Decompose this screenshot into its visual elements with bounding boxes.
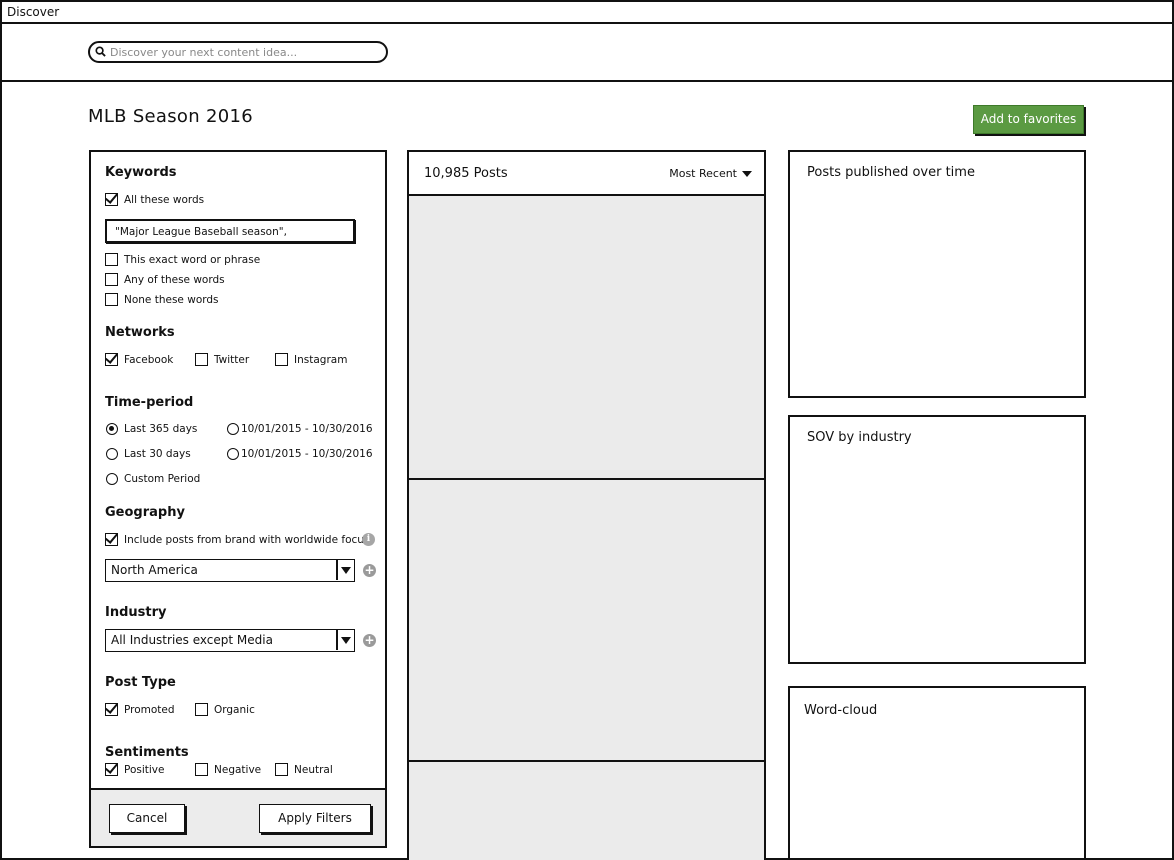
organic-checkbox[interactable] bbox=[195, 703, 208, 716]
instagram-label: Instagram bbox=[294, 353, 348, 366]
page-title: MLB Season 2016 bbox=[88, 106, 253, 127]
twitter-label: Twitter bbox=[214, 353, 250, 366]
promoted-checkbox[interactable] bbox=[105, 703, 118, 716]
sort-dropdown[interactable]: Most Recent bbox=[669, 167, 752, 180]
post-card[interactable] bbox=[409, 762, 764, 860]
custom-period-radio[interactable] bbox=[106, 473, 118, 485]
geography-select[interactable]: North America bbox=[105, 559, 355, 582]
neutral-label: Neutral bbox=[294, 763, 333, 776]
organic-label: Organic bbox=[214, 703, 255, 716]
last-30-option[interactable]: Last 30 days bbox=[106, 448, 191, 460]
positive-checkbox[interactable] bbox=[105, 763, 118, 776]
industry-value: All Industries except Media bbox=[111, 633, 273, 647]
promoted-label: Promoted bbox=[124, 703, 175, 716]
search-icon bbox=[95, 46, 106, 57]
exact-phrase-checkbox[interactable] bbox=[105, 253, 118, 266]
instagram-option[interactable]: Instagram bbox=[275, 353, 347, 366]
posts-count: 10,985 Posts bbox=[424, 166, 508, 181]
top-bar: Discover your next content idea... bbox=[2, 24, 1172, 82]
any-words-checkbox[interactable] bbox=[105, 273, 118, 286]
facebook-checkbox[interactable] bbox=[105, 353, 118, 366]
last-30-label: Last 30 days bbox=[124, 448, 191, 460]
networks-heading: Networks bbox=[105, 325, 175, 340]
window-title: Discover bbox=[2, 2, 1172, 24]
last-365-option[interactable]: Last 365 days bbox=[106, 423, 197, 435]
add-geography-icon[interactable]: + bbox=[363, 564, 376, 577]
filter-footer: Cancel Apply Filters bbox=[91, 788, 385, 846]
keywords-heading: Keywords bbox=[105, 165, 177, 180]
custom-period-option[interactable]: Custom Period bbox=[106, 473, 200, 485]
none-words-option[interactable]: None these words bbox=[105, 293, 219, 306]
posts-header: 10,985 Posts Most Recent bbox=[409, 152, 764, 196]
posts-panel: 10,985 Posts Most Recent bbox=[407, 150, 766, 860]
worldwide-option[interactable]: Include posts from brand with worldwide … bbox=[105, 533, 369, 546]
geography-value: North America bbox=[111, 563, 198, 577]
worldwide-label: Include posts from brand with worldwide … bbox=[124, 533, 370, 546]
post-card[interactable] bbox=[409, 196, 764, 480]
cancel-button[interactable]: Cancel bbox=[109, 804, 185, 833]
posts-over-time-widget: Posts published over time bbox=[788, 150, 1086, 398]
exact-phrase-option[interactable]: This exact word or phrase bbox=[105, 253, 260, 266]
promoted-option[interactable]: Promoted bbox=[105, 703, 175, 716]
last-365-label: Last 365 days bbox=[124, 423, 198, 435]
any-words-option[interactable]: Any of these words bbox=[105, 273, 225, 286]
post-card[interactable] bbox=[409, 480, 764, 762]
any-words-label: Any of these words bbox=[124, 273, 225, 286]
negative-label: Negative bbox=[214, 763, 262, 776]
widget-title: SOV by industry bbox=[807, 430, 912, 445]
filter-panel: Keywords All these words "Major League B… bbox=[89, 150, 387, 848]
all-words-option[interactable]: All these words bbox=[105, 193, 204, 206]
neutral-option[interactable]: Neutral bbox=[275, 763, 333, 776]
word-cloud-widget: Word-cloud bbox=[788, 686, 1086, 860]
sov-widget: SOV by industry bbox=[788, 415, 1086, 664]
range-2-option[interactable]: 10/01/2015 - 10/30/2016 bbox=[227, 448, 373, 460]
keywords-input[interactable]: "Major League Baseball season", bbox=[105, 219, 355, 243]
sentiments-heading: Sentiments bbox=[105, 745, 189, 760]
none-words-checkbox[interactable] bbox=[105, 293, 118, 306]
all-words-label: All these words bbox=[124, 193, 205, 206]
chevron-down-icon[interactable] bbox=[336, 630, 354, 650]
none-words-label: None these words bbox=[124, 293, 219, 306]
range-1-option[interactable]: 10/01/2015 - 10/30/2016 bbox=[227, 423, 373, 435]
worldwide-checkbox[interactable] bbox=[105, 533, 118, 546]
chevron-down-icon bbox=[742, 170, 752, 177]
add-industry-icon[interactable]: + bbox=[363, 634, 376, 647]
widget-title: Posts published over time bbox=[807, 165, 975, 180]
time-period-heading: Time-period bbox=[105, 395, 194, 410]
range-1-label: 10/01/2015 - 10/30/2016 bbox=[241, 423, 373, 435]
industry-heading: Industry bbox=[105, 605, 167, 620]
post-type-heading: Post Type bbox=[105, 675, 176, 690]
twitter-option[interactable]: Twitter bbox=[195, 353, 249, 366]
app-window: Discover Discover your next content idea… bbox=[0, 0, 1174, 860]
industry-select[interactable]: All Industries except Media bbox=[105, 629, 355, 652]
neutral-checkbox[interactable] bbox=[275, 763, 288, 776]
negative-option[interactable]: Negative bbox=[195, 763, 261, 776]
organic-option[interactable]: Organic bbox=[195, 703, 255, 716]
facebook-label: Facebook bbox=[124, 353, 174, 366]
positive-label: Positive bbox=[124, 763, 165, 776]
twitter-checkbox[interactable] bbox=[195, 353, 208, 366]
search-input[interactable]: Discover your next content idea... bbox=[88, 41, 388, 63]
range-2-label: 10/01/2015 - 10/30/2016 bbox=[241, 448, 373, 460]
range-1-radio[interactable] bbox=[227, 423, 239, 435]
sort-label: Most Recent bbox=[669, 167, 737, 180]
instagram-checkbox[interactable] bbox=[275, 353, 288, 366]
range-2-radio[interactable] bbox=[227, 448, 239, 460]
apply-filters-button[interactable]: Apply Filters bbox=[259, 804, 371, 833]
facebook-option[interactable]: Facebook bbox=[105, 353, 173, 366]
exact-phrase-label: This exact word or phrase bbox=[124, 253, 261, 266]
all-words-checkbox[interactable] bbox=[105, 193, 118, 206]
custom-period-label: Custom Period bbox=[124, 473, 201, 485]
chevron-down-icon[interactable] bbox=[336, 560, 354, 580]
negative-checkbox[interactable] bbox=[195, 763, 208, 776]
last-30-radio[interactable] bbox=[106, 448, 118, 460]
positive-option[interactable]: Positive bbox=[105, 763, 164, 776]
widget-title: Word-cloud bbox=[804, 703, 878, 718]
search-placeholder: Discover your next content idea... bbox=[110, 46, 298, 59]
info-icon[interactable]: i bbox=[362, 533, 375, 546]
geography-heading: Geography bbox=[105, 505, 185, 520]
add-to-favorites-button[interactable]: Add to favorites bbox=[973, 105, 1084, 134]
last-365-radio[interactable] bbox=[106, 423, 118, 435]
